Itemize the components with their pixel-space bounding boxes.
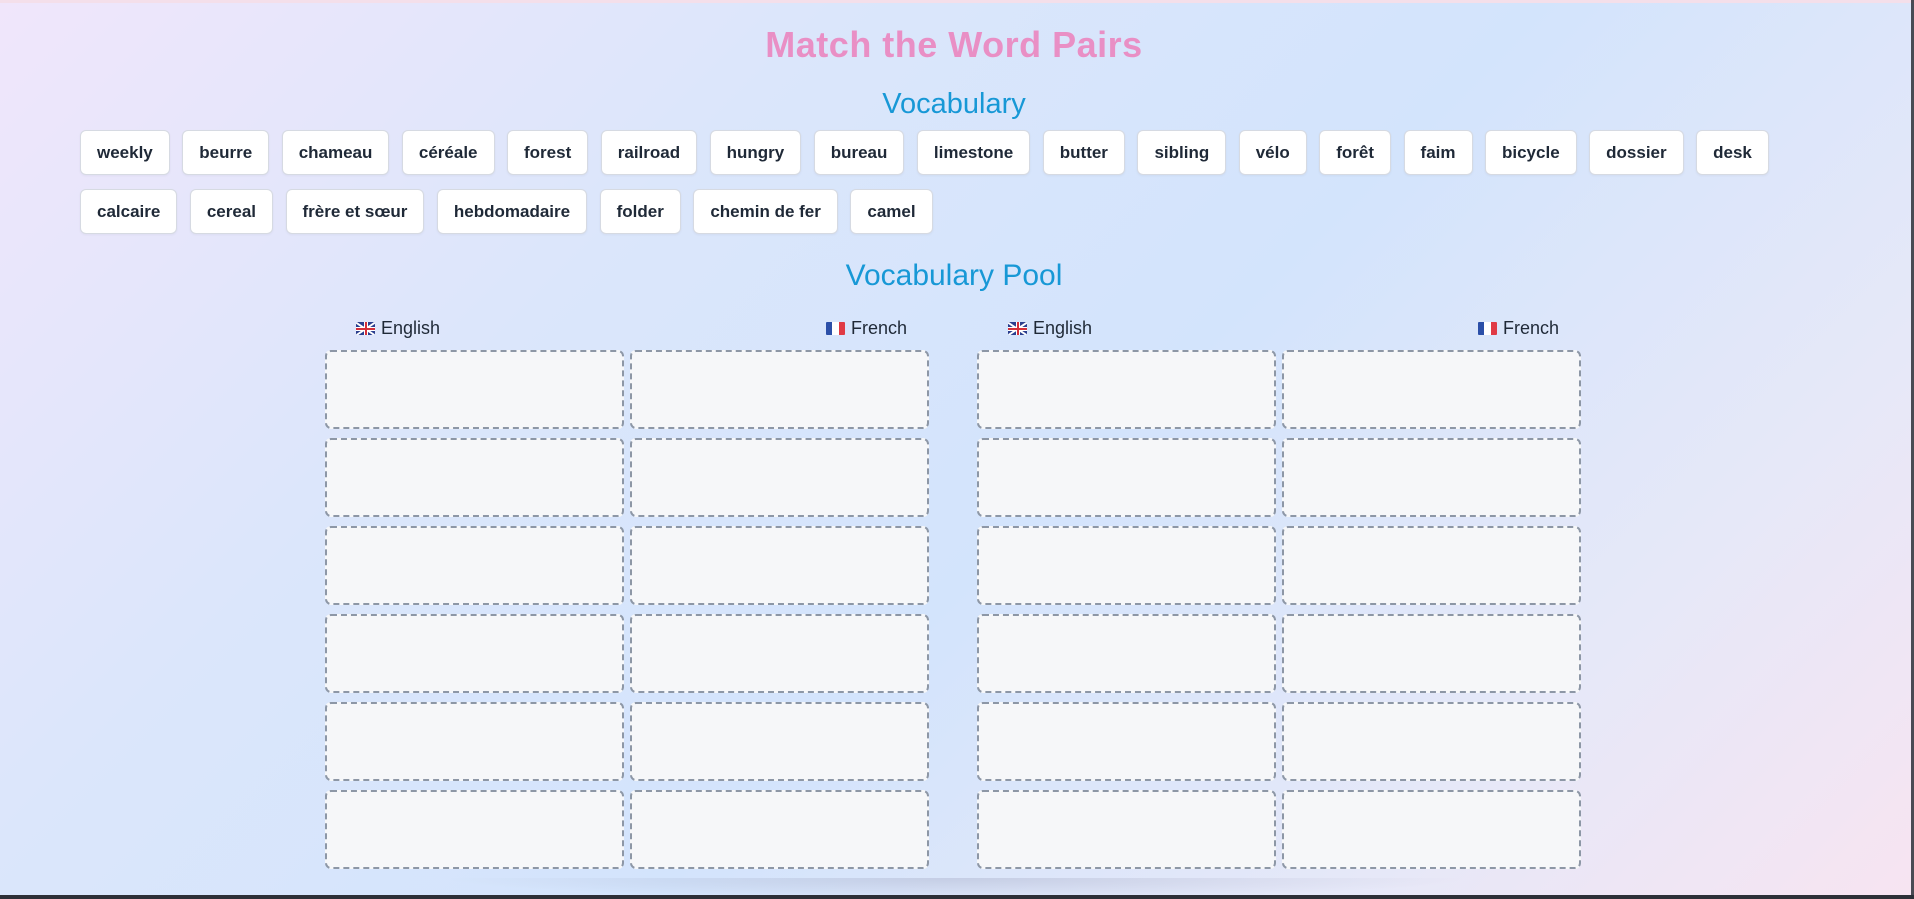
word-tile[interactable]: butter [1042, 130, 1125, 175]
word-tile[interactable]: hungry [709, 130, 802, 175]
word-tile[interactable]: bureau [813, 130, 905, 175]
pair-row [325, 614, 930, 693]
french-drop-slot[interactable] [630, 790, 929, 869]
vocabulary-heading: Vocabulary [882, 88, 1026, 120]
english-drop-slot[interactable] [977, 614, 1276, 693]
word-tile[interactable]: faim [1403, 130, 1473, 175]
pool-group-2: English French [977, 318, 1582, 878]
french-column-header: French [1477, 318, 1559, 339]
english-drop-slot[interactable] [977, 526, 1276, 605]
french-drop-slot[interactable] [630, 702, 929, 781]
pair-row [325, 350, 930, 429]
france-flag-icon [1477, 322, 1497, 335]
french-drop-slot[interactable] [1282, 790, 1581, 869]
pair-row [977, 350, 1582, 429]
french-drop-slot[interactable] [1282, 526, 1581, 605]
english-drop-slot[interactable] [977, 350, 1276, 429]
word-tile[interactable]: camel [850, 189, 933, 234]
pair-row [977, 526, 1582, 605]
english-drop-slot[interactable] [977, 438, 1276, 517]
pair-row [977, 790, 1582, 869]
word-tile[interactable]: sibling [1137, 130, 1227, 175]
french-column-label: French [1502, 318, 1559, 338]
english-column-header: English [1008, 318, 1092, 339]
word-tile[interactable]: forêt [1319, 130, 1392, 175]
french-drop-slot[interactable] [630, 614, 929, 693]
word-tile[interactable]: dossier [1589, 130, 1684, 175]
word-tile[interactable]: forest [507, 130, 589, 175]
uk-flag-icon [356, 322, 375, 335]
french-drop-slot[interactable] [1282, 350, 1581, 429]
pair-row [325, 438, 930, 517]
pair-row [977, 614, 1582, 693]
english-drop-slot[interactable] [325, 790, 624, 869]
french-column-header: French [825, 318, 907, 339]
word-tile[interactable]: beurre [182, 130, 270, 175]
word-tile[interactable]: cereal [189, 189, 274, 234]
english-drop-slot[interactable] [325, 526, 624, 605]
english-column-label: English [381, 318, 441, 338]
pair-row [325, 702, 930, 781]
france-flag-icon [825, 322, 845, 335]
word-tile[interactable]: céréale [401, 130, 495, 175]
pair-row [977, 702, 1582, 781]
english-drop-slot[interactable] [977, 790, 1276, 869]
word-tile[interactable]: railroad [600, 130, 698, 175]
french-drop-slot[interactable] [630, 350, 929, 429]
word-bank: weekly beurre chameau céréale forest railroad… [80, 130, 1820, 234]
word-tile[interactable]: vélo [1238, 130, 1307, 175]
word-tile[interactable]: weekly [80, 130, 170, 175]
pair-row [325, 526, 930, 605]
word-tile[interactable]: frère et sœur [285, 189, 425, 234]
word-tile[interactable]: chemin de fer [693, 189, 838, 234]
word-tile[interactable]: chameau [281, 130, 390, 175]
uk-flag-icon [1008, 322, 1027, 335]
column-headers: English French [977, 318, 1582, 350]
english-column-label: English [1033, 318, 1093, 338]
english-drop-slot[interactable] [325, 438, 624, 517]
pool-group-1: English French [325, 318, 930, 878]
english-drop-slot[interactable] [325, 702, 624, 781]
french-drop-slot[interactable] [1282, 702, 1581, 781]
bottom-edge [0, 895, 1914, 899]
english-drop-slot[interactable] [325, 614, 624, 693]
word-tile[interactable]: calcaire [80, 189, 178, 234]
english-drop-slot[interactable] [325, 350, 624, 429]
vocabulary-pool-heading: Vocabulary Pool [845, 259, 1063, 292]
pair-row [977, 438, 1582, 517]
word-tile[interactable]: desk [1696, 130, 1769, 175]
french-column-label: French [850, 318, 907, 338]
column-headers: English French [325, 318, 930, 350]
pair-rows [325, 350, 930, 869]
english-drop-slot[interactable] [977, 702, 1276, 781]
word-tile[interactable]: bicycle [1485, 130, 1577, 175]
top-edge [0, 0, 1914, 3]
word-tile[interactable]: hebdomadaire [436, 189, 588, 234]
french-drop-slot[interactable] [1282, 614, 1581, 693]
word-tile[interactable]: folder [599, 189, 681, 234]
french-drop-slot[interactable] [1282, 438, 1581, 517]
pair-row [325, 790, 930, 869]
english-column-header: English [356, 318, 440, 339]
pair-rows [977, 350, 1582, 869]
word-tile[interactable]: limestone [916, 130, 1031, 175]
french-drop-slot[interactable] [630, 526, 929, 605]
french-drop-slot[interactable] [630, 438, 929, 517]
page-title: Match the Word Pairs [765, 24, 1143, 65]
